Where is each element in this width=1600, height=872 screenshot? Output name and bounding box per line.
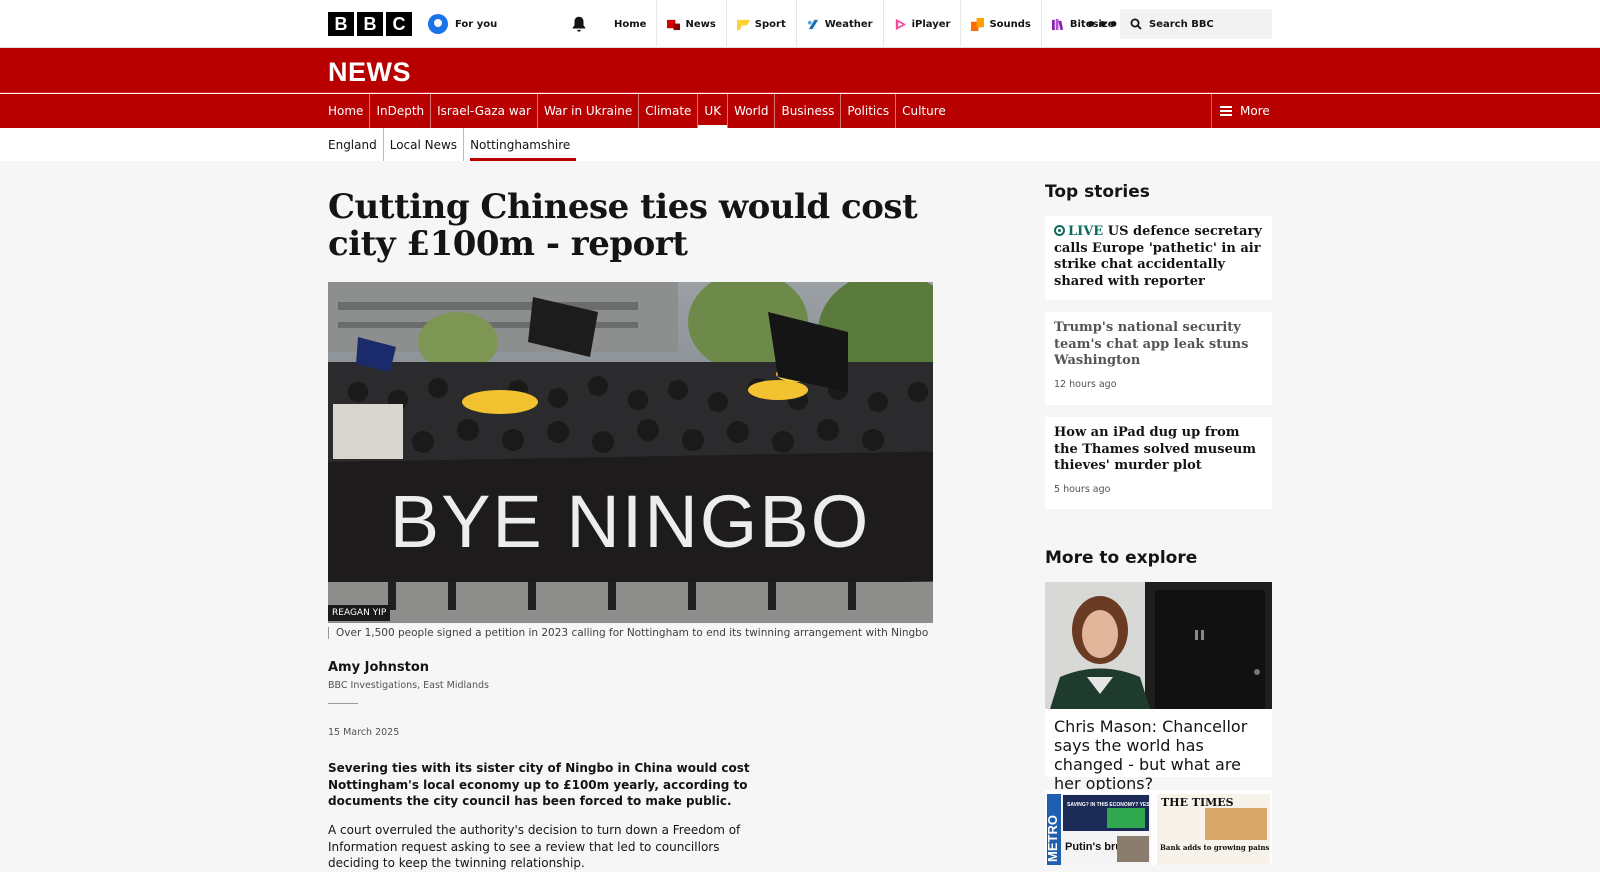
times-masthead: THE TIMES — [1161, 796, 1234, 809]
for-you-label: For you — [455, 18, 498, 30]
explore-title: Chris Mason: Chancellor says the world h… — [1054, 717, 1248, 793]
article-paragraph: A court overruled the authority's decisi… — [328, 823, 741, 870]
newspaper-front-pages[interactable]: METRO SAVING? IN THIS ECONOMY? YES. Puti… — [1045, 790, 1272, 865]
global-nav-sounds[interactable]: Sounds — [960, 0, 1040, 48]
section-nav-world[interactable]: World — [727, 94, 774, 128]
byline-divider — [328, 703, 358, 704]
news-masthead: NEWS — [0, 48, 1600, 93]
times-headline: Bank adds to growing pains for — [1160, 843, 1272, 852]
section-nav-uk[interactable]: UK — [697, 94, 727, 128]
global-nav-label: Sport — [754, 18, 786, 30]
global-nav-sport[interactable]: Sport — [725, 0, 796, 48]
live-label: LIVE — [1068, 224, 1104, 239]
global-nav-label: Home — [614, 18, 647, 30]
search-box[interactable]: Search BBC — [1120, 9, 1272, 39]
news-logo[interactable]: NEWS — [328, 57, 411, 88]
sounds-icon — [971, 17, 985, 31]
top-story-title: How an iPad dug up from the Thames solve… — [1054, 425, 1257, 473]
sub-nav-local-news[interactable]: Local News — [382, 128, 463, 161]
section-nav-ukraine[interactable]: War in Ukraine — [536, 94, 638, 128]
explore-image[interactable] — [1045, 582, 1272, 709]
global-nav-weather[interactable]: Weather — [795, 0, 883, 48]
search-icon — [1130, 18, 1142, 30]
article-headline: Cutting Chinese ties would cost city £10… — [328, 187, 918, 264]
chancellor-photo — [1045, 582, 1272, 709]
menu-icon — [1220, 106, 1232, 116]
for-you-link[interactable]: For you — [428, 14, 497, 34]
section-nav-politics[interactable]: Politics — [840, 94, 895, 128]
iplayer-icon — [895, 18, 906, 30]
metro-subhead: SAVING? IN THIS ECONOMY? YES. — [1067, 802, 1152, 808]
weather-icon — [807, 19, 818, 29]
top-story-card[interactable]: How an iPad dug up from the Thames solve… — [1045, 417, 1272, 509]
bitesize-icon — [1051, 18, 1063, 30]
metro-masthead: METRO — [1045, 815, 1060, 862]
byline-author: Amy Johnston — [328, 660, 430, 675]
sub-nav-nottinghamshire[interactable]: Nottinghamshire — [463, 128, 577, 161]
section-nav-climate[interactable]: Climate — [638, 94, 697, 128]
global-nav-label: Sounds — [989, 18, 1031, 30]
global-nav-label: News — [685, 18, 716, 30]
section-nav-home[interactable]: Home — [328, 94, 369, 128]
article-lead: Severing ties with its sister city of Ni… — [328, 761, 750, 808]
article-date: 15 March 2025 — [328, 727, 400, 738]
section-nav-business[interactable]: Business — [774, 94, 840, 128]
global-nav: Home News Sport Weather iPlayer Sounds B… — [604, 0, 1124, 48]
bbc-logo-letter: C — [386, 12, 412, 36]
image-caption: Over 1,500 people signed a petition in 2… — [328, 627, 928, 639]
global-header: B B C For you Home News Sport Weather iP… — [0, 0, 1600, 48]
top-story-time: 12 hours ago — [1054, 378, 1117, 390]
section-more-label: More — [1240, 104, 1270, 118]
image-credit: REAGAN YIP — [328, 605, 391, 621]
byline-role: BBC Investigations, East Midlands — [328, 680, 490, 691]
section-nav: Home InDepth Israel-Gaza war War in Ukra… — [0, 94, 1600, 128]
more-menu-icon[interactable]: ••• — [1086, 15, 1120, 34]
bbc-logo-letter: B — [328, 12, 354, 36]
top-stories-heading: Top stories — [1045, 182, 1150, 202]
global-nav-label: Weather — [824, 18, 873, 30]
news-icon — [667, 19, 681, 30]
protest-photo: BYE NINGBO — [328, 282, 933, 623]
article-hero-image[interactable]: BYE NINGBO — [328, 282, 933, 623]
bbc-logo-letter: B — [357, 12, 383, 36]
newspapers-photo: METRO SAVING? IN THIS ECONOMY? YES. Puti… — [1045, 790, 1272, 865]
top-story-time: 5 hours ago — [1054, 483, 1111, 495]
bbc-logo[interactable]: B B C — [328, 12, 412, 36]
top-story-card[interactable]: LIVE US defence secretary calls Europe '… — [1045, 216, 1272, 300]
banner-text: BYE NINGBO — [390, 480, 871, 563]
notifications-bell-icon[interactable] — [570, 15, 588, 33]
global-nav-label: iPlayer — [911, 18, 951, 30]
top-story-title: Trump's national security team's chat ap… — [1054, 320, 1249, 368]
section-nav-indepth[interactable]: InDepth — [369, 94, 430, 128]
sub-nav-england[interactable]: England — [328, 128, 383, 161]
explore-card[interactable]: Chris Mason: Chancellor says the world h… — [1045, 709, 1272, 793]
sub-nav: England Local News Nottinghamshire — [0, 128, 1600, 161]
global-nav-news[interactable]: News — [656, 0, 725, 48]
top-story-card[interactable]: Trump's national security team's chat ap… — [1045, 312, 1272, 405]
global-nav-iplayer[interactable]: iPlayer — [882, 0, 961, 48]
live-icon — [1054, 225, 1065, 236]
section-nav-culture[interactable]: Culture — [895, 94, 952, 128]
account-icon — [428, 14, 448, 34]
section-nav-israel-gaza[interactable]: Israel-Gaza war — [430, 94, 537, 128]
sport-icon — [736, 19, 750, 30]
search-label: Search BBC — [1149, 18, 1214, 30]
sub-nav-links: England Local News Nottinghamshire — [328, 128, 577, 161]
more-to-explore-heading: More to explore — [1045, 548, 1198, 568]
section-more-button[interactable]: More — [1211, 94, 1270, 128]
section-nav-links: Home InDepth Israel-Gaza war War in Ukra… — [328, 94, 952, 128]
global-nav-home[interactable]: Home — [604, 0, 656, 48]
